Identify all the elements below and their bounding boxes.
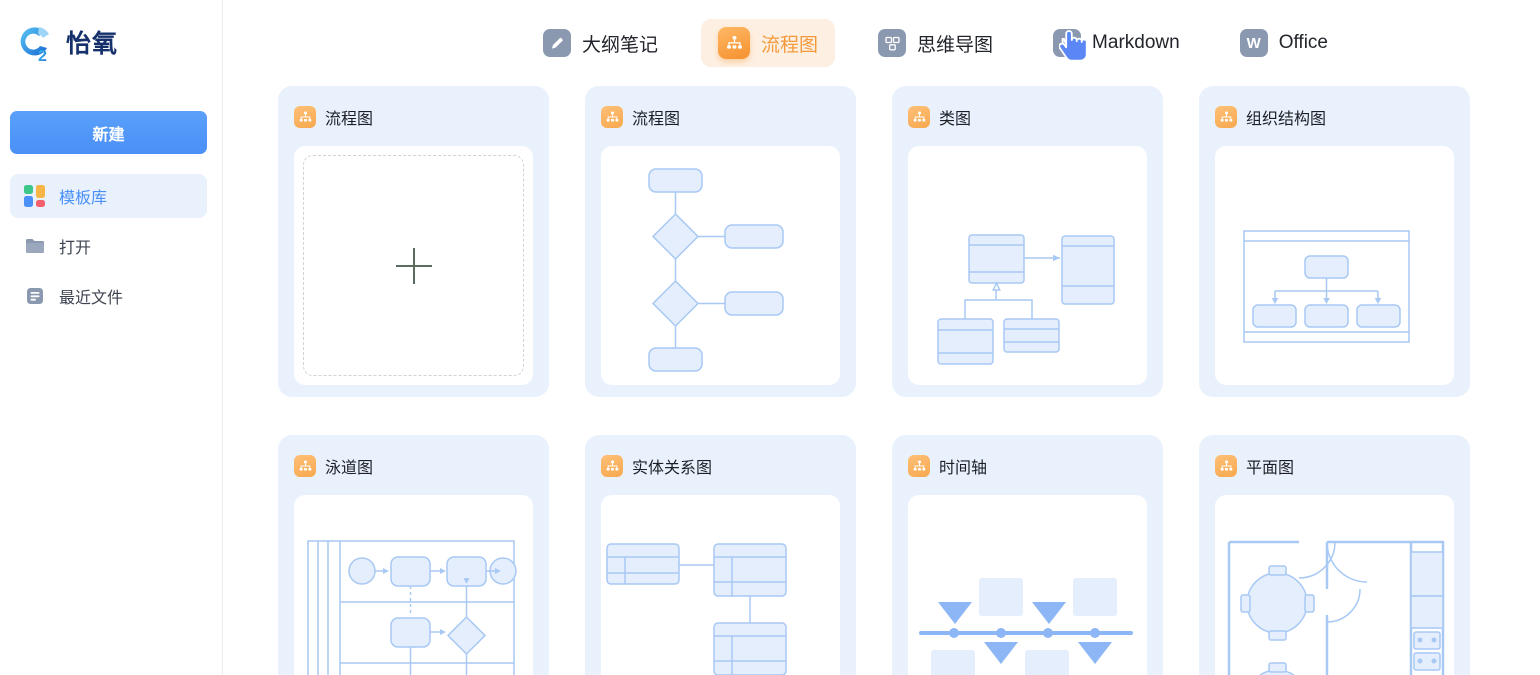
sidebar: 2 怡氧 新建 模板库 打开 最近文件 <box>0 0 223 675</box>
class-diagram-thumbnail <box>937 234 1115 365</box>
card-header: 平面图 <box>1215 451 1454 481</box>
tab-label: 思维导图 <box>917 34 994 56</box>
flowchart-icon <box>1215 455 1237 477</box>
document-lines-icon <box>24 285 46 307</box>
office-word-icon: W <box>1239 29 1268 57</box>
template-card-org-chart[interactable]: 组织结构图 <box>1199 86 1470 397</box>
sidebar-nav: 模板库 打开 最近文件 <box>10 174 207 324</box>
flowchart-thumbnail <box>648 168 784 372</box>
card-header: 类图 <box>908 102 1147 132</box>
sidebar-item-label: 最近文件 <box>59 290 124 307</box>
flowchart-icon <box>601 455 623 477</box>
markdown-icon: M <box>1053 29 1082 57</box>
plus-icon <box>395 247 432 284</box>
card-preview[interactable] <box>908 495 1147 675</box>
flowchart-icon <box>1215 106 1237 128</box>
card-header: 时间轴 <box>908 451 1147 481</box>
flowchart-icon <box>294 106 316 128</box>
card-preview[interactable] <box>601 146 840 385</box>
template-card-er-diagram[interactable]: 实体关系图 <box>585 435 856 675</box>
tab-label: 流程图 <box>761 34 819 56</box>
create-new-dropzone[interactable] <box>303 155 524 376</box>
card-preview[interactable] <box>294 495 533 675</box>
sidebar-item-recent-files[interactable]: 最近文件 <box>10 274 207 318</box>
folder-icon <box>24 235 46 257</box>
tab-label: Office <box>1278 32 1328 53</box>
template-card-timeline[interactable]: 时间轴 <box>892 435 1163 675</box>
tab-flowchart[interactable]: 流程图 <box>701 19 836 67</box>
template-card-floorplan[interactable]: 平面图 <box>1199 435 1470 675</box>
main-content: 大纲笔记 流程图 思维导图 M Markdown W Office 流程图 流程… <box>223 0 1540 675</box>
mindmap-icon <box>878 29 907 57</box>
card-preview[interactable] <box>1215 495 1454 675</box>
tab-label: 大纲笔记 <box>582 34 659 56</box>
timeline-thumbnail <box>919 578 1133 675</box>
tab-mindmap[interactable]: 思维导图 <box>861 19 1010 67</box>
card-header: 实体关系图 <box>601 451 840 481</box>
app-root: 2 怡氧 新建 模板库 打开 最近文件 大纲笔记 流程图 思维导图 M Mark… <box>0 0 1540 675</box>
card-header: 组织结构图 <box>1215 102 1454 132</box>
card-title: 组织结构图 <box>1246 111 1327 128</box>
tab-office[interactable]: W Office <box>1223 19 1345 67</box>
template-grid-icon <box>24 185 46 207</box>
card-header: 流程图 <box>601 102 840 132</box>
card-header: 泳道图 <box>294 451 533 481</box>
sidebar-item-label: 打开 <box>59 240 92 257</box>
org-chart-thumbnail <box>1243 230 1410 343</box>
card-title: 流程图 <box>632 111 681 128</box>
card-header: 流程图 <box>294 102 533 132</box>
sidebar-item-open[interactable]: 打开 <box>10 224 207 268</box>
sidebar-item-template-library[interactable]: 模板库 <box>10 174 207 218</box>
card-preview[interactable] <box>294 146 533 385</box>
card-preview[interactable] <box>908 146 1147 385</box>
flowchart-icon <box>294 455 316 477</box>
flowchart-icon <box>601 106 623 128</box>
template-card-class-diagram[interactable]: 类图 <box>892 86 1163 397</box>
template-card-swimlane[interactable]: 泳道图 <box>278 435 549 675</box>
card-title: 平面图 <box>1246 460 1295 477</box>
template-card-flowchart[interactable]: 流程图 <box>585 86 856 397</box>
top-navigation: 大纲笔记 流程图 思维导图 M Markdown W Office <box>223 0 1540 86</box>
svg-text:2: 2 <box>38 48 47 65</box>
outline-note-icon <box>543 29 571 57</box>
tab-label: Markdown <box>1092 32 1180 53</box>
flowchart-icon <box>718 27 751 59</box>
tab-outline-note[interactable]: 大纲笔记 <box>526 19 675 67</box>
flowchart-icon <box>908 106 930 128</box>
card-title: 类图 <box>939 111 972 128</box>
brand: 2 怡氧 <box>0 0 222 70</box>
template-card-new-flowchart[interactable]: 流程图 <box>278 86 549 397</box>
card-title: 泳道图 <box>325 460 374 477</box>
template-grid: 流程图 流程图 类图 组织结构图 泳道图 实体关系图 时间轴 平面图 <box>223 86 1540 675</box>
o2-logo-icon: 2 <box>14 23 56 65</box>
swimlane-thumbnail <box>307 540 517 675</box>
new-button[interactable]: 新建 <box>10 111 207 154</box>
tab-markdown[interactable]: M Markdown <box>1036 19 1197 67</box>
floorplan-thumbnail <box>1227 540 1445 675</box>
flowchart-icon <box>908 455 930 477</box>
card-title: 时间轴 <box>939 460 988 477</box>
card-preview[interactable] <box>1215 146 1454 385</box>
card-preview[interactable] <box>601 495 840 675</box>
card-title: 流程图 <box>325 111 374 128</box>
er-diagram-thumbnail <box>606 543 787 675</box>
brand-name: 怡氧 <box>66 29 119 58</box>
card-title: 实体关系图 <box>632 460 713 477</box>
sidebar-item-label: 模板库 <box>59 190 108 207</box>
